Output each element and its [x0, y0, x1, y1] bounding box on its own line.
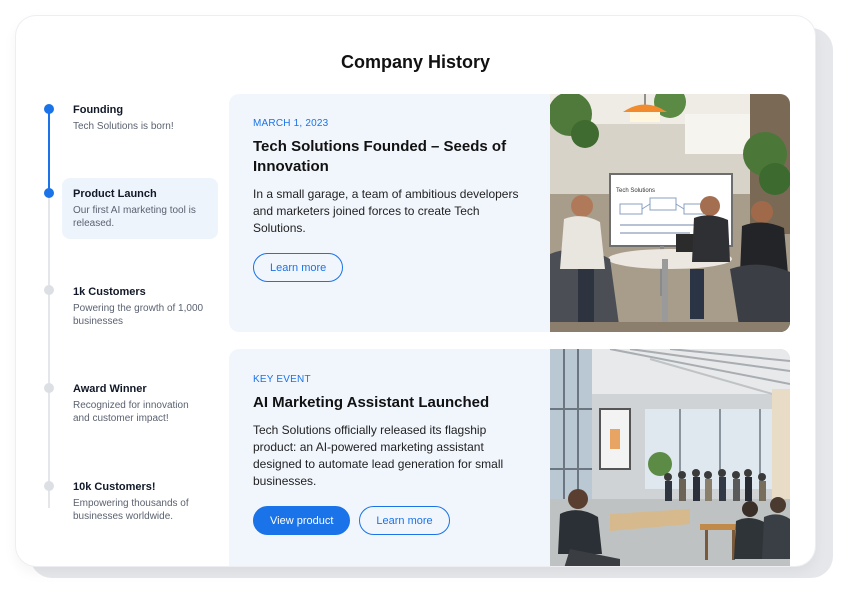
learn-more-button[interactable]: Learn more	[253, 253, 344, 282]
view-product-button[interactable]: View product	[253, 506, 351, 535]
event-title: Tech Solutions Founded – Seeds of Innova…	[253, 138, 507, 175]
timeline-item-title: Award Winner	[73, 383, 147, 395]
timeline-item-award-winner[interactable]: Award Winner Recognized for innovation a…	[62, 373, 218, 434]
timeline-item-title: 10k Customers!	[73, 481, 156, 493]
timeline-item-desc: Empowering thousands of businesses world…	[73, 498, 189, 522]
timeline-item-founding[interactable]: Founding Tech Solutions is born!	[62, 94, 218, 142]
event-panel-product-launch: KEY EVENT AI Marketing Assistant Launche…	[229, 349, 790, 566]
timeline-dot-1k-customers	[44, 285, 54, 295]
timeline-item-10k-customers[interactable]: 10k Customers! Empowering thousands of b…	[62, 471, 218, 532]
timeline-item-title: Product Launch	[73, 188, 157, 200]
team-meeting-photo: Tech Solutions	[550, 94, 790, 332]
timeline-progress-line	[48, 109, 50, 193]
event-title: AI Marketing Assistant Launched	[253, 394, 490, 411]
timeline-item-desc: Powering the growth of 1,000 businesses	[73, 303, 204, 327]
event-description: Tech Solutions officially released its f…	[253, 423, 504, 488]
timeline-item-desc: Recognized for innovation and customer i…	[73, 400, 189, 424]
timeline-item-title: 1k Customers	[73, 286, 146, 298]
conference-event-photo	[550, 349, 790, 566]
whiteboard-text: Tech Solutions	[616, 188, 655, 194]
event-label: KEY EVENT	[253, 374, 311, 385]
timeline-item-desc: Tech Solutions is born!	[73, 121, 174, 132]
timeline-dot-product-launch	[44, 188, 54, 198]
timeline-dot-award-winner	[44, 383, 54, 393]
company-history-card: Company History Founding Tech Solutions …	[16, 16, 815, 566]
learn-more-button[interactable]: Learn more	[359, 506, 450, 535]
page-title: Company History	[340, 52, 491, 72]
timeline-item-product-launch[interactable]: Product Launch Our first AI marketing to…	[62, 178, 218, 239]
timeline-item-desc: Our first AI marketing tool is released.	[73, 205, 196, 229]
event-panel-founding: MARCH 1, 2023 Tech Solutions Founded – S…	[229, 94, 790, 332]
timeline-dot-founding	[44, 104, 54, 114]
timeline-item-title: Founding	[73, 104, 124, 116]
event-description: In a small garage, a team of ambitious d…	[253, 187, 519, 235]
timeline-line	[48, 193, 50, 508]
event-date: MARCH 1, 2023	[253, 118, 329, 129]
timeline-item-1k-customers[interactable]: 1k Customers Powering the growth of 1,00…	[62, 276, 218, 337]
timeline-dot-10k-customers	[44, 481, 54, 491]
